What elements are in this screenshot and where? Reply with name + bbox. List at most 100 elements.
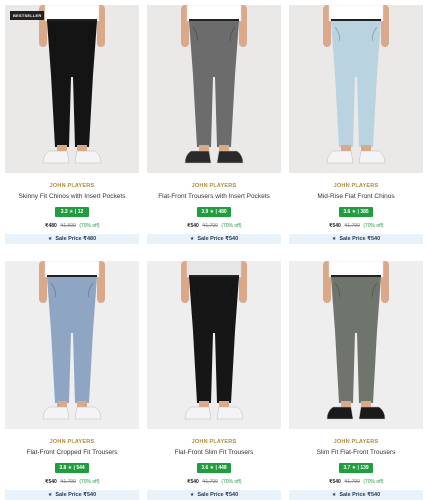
right-shoe: [358, 150, 386, 164]
right-shoe: [358, 406, 386, 420]
discount-text: (70% off): [221, 479, 242, 485]
original-price: ₹1,599: [60, 223, 76, 229]
right-ankle: [77, 145, 87, 151]
right-ankle: [361, 145, 371, 151]
shirt: [44, 261, 100, 278]
current-price: ₹480: [45, 223, 57, 229]
product-brand: JOHN PLAYERS: [49, 183, 95, 189]
product-card[interactable]: JOHN PLAYERS Flat-Front Slim Fit Trouser…: [147, 261, 281, 500]
sale-price-label: Sale Price ₹540: [339, 492, 381, 498]
left-shoe: [326, 150, 354, 164]
product-image[interactable]: [147, 5, 281, 173]
sale-price-label: Sale Price ₹540: [55, 492, 97, 498]
trousers: [47, 277, 97, 403]
product-image[interactable]: BESTSELLER: [5, 5, 139, 173]
right-shoe: [216, 406, 244, 420]
sale-price-banner: ★ Sale Price ₹540: [289, 234, 423, 244]
product-card[interactable]: JOHN PLAYERS Slim Fit Flat-Front Trouser…: [289, 261, 423, 500]
right-ankle: [361, 401, 371, 407]
discount-text: (70% off): [363, 479, 384, 485]
star-icon: ★: [47, 236, 53, 242]
shirt: [328, 5, 384, 22]
price-row: ₹540 ₹1,799 (70% off): [5, 479, 139, 485]
product-brand: JOHN PLAYERS: [49, 439, 95, 445]
right-ankle: [219, 401, 229, 407]
product-image[interactable]: [289, 261, 423, 429]
trousers: [189, 277, 239, 403]
bestseller-badge: BESTSELLER: [10, 11, 45, 20]
product-name[interactable]: Flat-Front Cropped Fit Trousers: [5, 449, 139, 456]
sale-price-banner: ★ Sale Price ₹540: [289, 490, 423, 500]
product-name[interactable]: Skinny Fit Chinos with Insert Pockets: [5, 193, 139, 200]
rating-badge: 3.7 ★ | 139: [339, 463, 373, 473]
product-card[interactable]: BESTSELLER JOHN PLAYERS Skinny Fit Chino…: [5, 5, 139, 244]
discount-text: (70% off): [221, 223, 242, 229]
model-illustration: [181, 261, 247, 420]
star-icon: ★: [47, 492, 53, 498]
price-row: ₹540 ₹1,799 (70% off): [147, 223, 281, 229]
trousers: [189, 21, 239, 147]
price-row: ₹480 ₹1,599 (70% off): [5, 223, 139, 229]
product-image[interactable]: [289, 5, 423, 173]
product-brand: JOHN PLAYERS: [191, 439, 237, 445]
discount-text: (70% off): [79, 223, 100, 229]
shirt: [44, 5, 100, 22]
trousers: [331, 277, 381, 403]
product-card[interactable]: JOHN PLAYERS Flat-Front Cropped Fit Trou…: [5, 261, 139, 500]
right-shoe: [74, 406, 102, 420]
sale-price-banner: ★ Sale Price ₹540: [147, 234, 281, 244]
sale-price-banner: ★ Sale Price ₹480: [5, 234, 139, 244]
sale-price-label: Sale Price ₹480: [55, 236, 97, 242]
product-name[interactable]: Flat-Front Trousers with Insert Pockets: [147, 193, 281, 200]
product-image[interactable]: [5, 261, 139, 429]
product-brand: JOHN PLAYERS: [333, 183, 379, 189]
left-shoe: [42, 406, 70, 420]
original-price: ₹1,799: [202, 479, 218, 485]
rating-badge: 3.3 ★ | 12: [55, 207, 89, 217]
rating-badge: 3.8 ★ | 544: [55, 463, 89, 473]
shirt: [328, 261, 384, 278]
model-illustration: [181, 5, 247, 164]
left-ankle: [199, 145, 209, 151]
current-price: ₹540: [187, 223, 199, 229]
discount-text: (70% off): [363, 223, 384, 229]
product-name[interactable]: Slim Fit Flat-Front Trousers: [289, 449, 423, 456]
star-icon: ★: [331, 236, 337, 242]
product-brand: JOHN PLAYERS: [333, 439, 379, 445]
sale-price-label: Sale Price ₹540: [339, 236, 381, 242]
rating-badge: 3.6 ★ | 385: [339, 207, 373, 217]
discount-text: (70% off): [79, 479, 100, 485]
price-row: ₹540 ₹1,799 (70% off): [289, 479, 423, 485]
product-name[interactable]: Mid-Rise Flat Front Chinos: [289, 193, 423, 200]
shirt: [186, 261, 242, 278]
left-shoe: [184, 150, 212, 164]
model-illustration: [39, 261, 105, 420]
current-price: ₹540: [329, 223, 341, 229]
left-shoe: [184, 406, 212, 420]
sale-price-label: Sale Price ₹540: [197, 492, 239, 498]
product-grid: BESTSELLER JOHN PLAYERS Skinny Fit Chino…: [0, 0, 427, 500]
star-icon: ★: [189, 236, 195, 242]
original-price: ₹1,799: [202, 223, 218, 229]
rating-badge: 3.9 ★ | 480: [197, 207, 231, 217]
trousers: [47, 21, 97, 147]
product-name[interactable]: Flat-Front Slim Fit Trousers: [147, 449, 281, 456]
rating-badge: 3.6 ★ | 448: [197, 463, 231, 473]
star-icon: ★: [189, 492, 195, 498]
model-illustration: [323, 261, 389, 420]
current-price: ₹540: [187, 479, 199, 485]
right-ankle: [219, 145, 229, 151]
left-ankle: [341, 145, 351, 151]
model-illustration: [39, 5, 105, 164]
product-card[interactable]: JOHN PLAYERS Mid-Rise Flat Front Chinos …: [289, 5, 423, 244]
sale-price-label: Sale Price ₹540: [197, 236, 239, 242]
left-ankle: [57, 401, 67, 407]
right-shoe: [216, 150, 244, 164]
shirt: [186, 5, 242, 22]
sale-price-banner: ★ Sale Price ₹540: [5, 490, 139, 500]
price-row: ₹540 ₹1,799 (70% off): [289, 223, 423, 229]
current-price: ₹540: [45, 479, 57, 485]
product-image[interactable]: [147, 261, 281, 429]
star-icon: ★: [331, 492, 337, 498]
product-card[interactable]: JOHN PLAYERS Flat-Front Trousers with In…: [147, 5, 281, 244]
